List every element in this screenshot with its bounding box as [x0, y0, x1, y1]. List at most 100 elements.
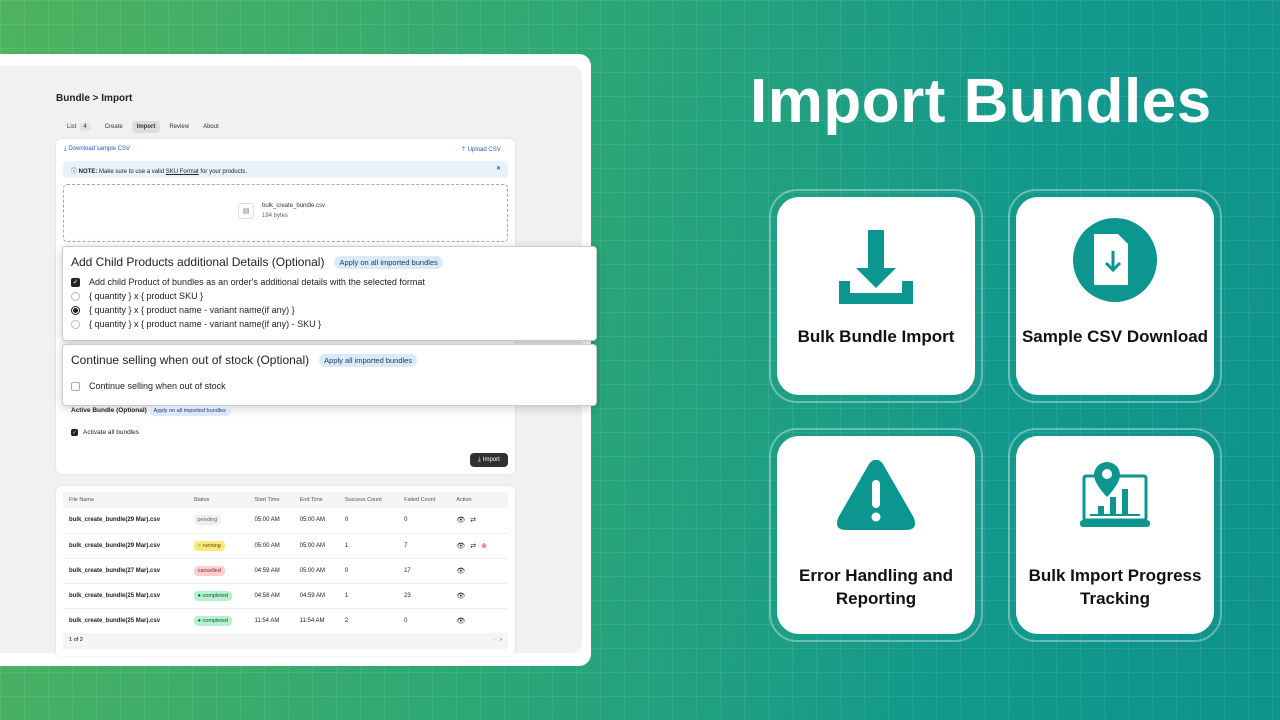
file-name: bulk_create_bundle(29 Mar).csv: [63, 533, 188, 559]
prev-page-icon[interactable]: ‹: [494, 637, 496, 643]
file-icon: ▤: [238, 203, 254, 219]
download-icon: ⤓: [478, 456, 481, 463]
column-header: Success Count: [338, 492, 399, 508]
start-time: 05:00 AM: [248, 508, 294, 534]
feature-card-error-handling: Error Handling and Reporting: [769, 428, 983, 642]
continue-selling-panel: Continue selling when out of stock (Opti…: [62, 344, 597, 406]
retry-icon[interactable]: ⇄: [470, 517, 481, 524]
file-name: bulk_create_bundle(29 Mar).csv: [63, 508, 188, 534]
status-cell: cancelled: [187, 558, 249, 584]
sku-format-link[interactable]: SKU Format: [166, 169, 199, 175]
format-option-1[interactable]: { quantity } x { product SKU }: [71, 291, 588, 301]
start-time: 04:58 AM: [248, 583, 294, 609]
success-count: 2: [338, 608, 399, 634]
tab-review[interactable]: Review: [164, 121, 194, 133]
start-time: 04:59 AM: [248, 558, 294, 584]
option-label: { quantity } x { product name - variant …: [89, 305, 295, 315]
actions: 👁: [450, 608, 508, 634]
note-prefix: NOTE:: [78, 169, 98, 175]
status-badge: ○ running: [193, 540, 225, 551]
actions: 👁⇄: [450, 508, 508, 534]
success-count: 1: [338, 583, 399, 609]
section-title: Add Child Products additional Details (O…: [71, 255, 325, 269]
status-cell: ● completed: [187, 583, 249, 609]
apply-badge: Apply on all imported bundles: [148, 406, 231, 416]
feature-label: Bulk Import Progress Tracking: [1028, 566, 1202, 608]
close-icon[interactable]: ✕: [496, 165, 501, 172]
link-label: Download sample CSV: [68, 146, 131, 152]
activate-all-checkbox[interactable]: ✓ Activate all bundles: [71, 429, 139, 436]
failed-count: 7: [398, 533, 451, 559]
feature-label: Sample CSV Download: [1021, 327, 1209, 346]
end-time: 05:00 AM: [293, 508, 339, 534]
cancel-icon[interactable]: ⊗: [481, 543, 492, 550]
count-badge: 4: [79, 123, 91, 131]
upload-csv-link[interactable]: ⇡ Upload CSV: [461, 146, 501, 153]
tab-import[interactable]: Import: [131, 121, 161, 133]
active-bundle-section: Active Bundle (Optional) Apply on all im…: [71, 406, 231, 416]
uploaded-file: ▤ bulk_create_bundle.csv 184 bytes: [238, 203, 325, 219]
button-label: Import: [482, 457, 500, 463]
feature-card-sample-csv: Sample CSV Download: [1008, 189, 1222, 403]
tab-about[interactable]: About: [198, 121, 224, 133]
next-page-icon[interactable]: ›: [500, 637, 502, 643]
column-header: End Time: [293, 492, 339, 508]
note-text: Make sure to use a valid: [97, 169, 166, 175]
file-name: bulk_create_bundle(25 Mar).csv: [63, 583, 188, 609]
table-row: bulk_create_bundle(29 Mar).csv pending 0…: [63, 508, 508, 534]
column-header: Failed Count: [398, 492, 451, 508]
view-icon[interactable]: 👁: [456, 543, 470, 550]
retry-icon[interactable]: ⇄: [470, 543, 481, 550]
failed-count: 0: [398, 508, 451, 534]
continue-selling-checkbox[interactable]: Continue selling when out of stock: [71, 381, 588, 391]
feature-label: Bulk Bundle Import: [797, 327, 955, 346]
apply-badge: Apply all imported bundles: [319, 353, 418, 367]
upload-icon: ⇡: [461, 147, 468, 153]
tab-list[interactable]: List 4: [62, 121, 96, 133]
status-label: pending: [197, 517, 218, 524]
tab-create[interactable]: Create: [100, 121, 128, 133]
feature-label: Error Handling and Reporting: [799, 566, 953, 608]
column-header: Start Time: [248, 492, 294, 508]
start-time: 05:00 AM: [248, 533, 294, 559]
checkbox-label: Activate all bundles: [83, 429, 140, 436]
view-icon[interactable]: 👁: [456, 517, 470, 524]
feature-card-progress-tracking: Bulk Import Progress Tracking: [1008, 428, 1222, 642]
failed-count: 17: [398, 558, 451, 584]
column-header: Action: [450, 492, 508, 508]
child-details-checkbox[interactable]: ✓ Add child Product of bundles as an orde…: [71, 277, 588, 287]
status-label: completed: [202, 617, 228, 624]
format-option-2[interactable]: { quantity } x { product name - variant …: [71, 305, 588, 315]
view-icon[interactable]: 👁: [456, 568, 470, 575]
start-time: 11:54 AM: [248, 608, 294, 634]
actions: 👁⇄⊗: [450, 533, 508, 559]
format-option-3[interactable]: { quantity } x { product name - variant …: [71, 319, 588, 329]
failed-count: 23: [398, 583, 451, 609]
table-row: bulk_create_bundle(27 Mar).csv cancelled…: [63, 558, 508, 584]
table-row: bulk_create_bundle(25 Mar).csv ● complet…: [63, 583, 508, 609]
status-badge: pending: [193, 515, 222, 526]
download-sample-csv-link[interactable]: ⤓ Download sample CSV: [64, 146, 130, 153]
tab-label: List: [67, 124, 77, 130]
tabs: List 4 Create Import Review About: [62, 121, 224, 133]
table-row: bulk_create_bundle(25 Mar).csv ● complet…: [63, 608, 508, 634]
success-count: 0: [338, 508, 399, 534]
section-title: Continue selling when out of stock (Opti…: [71, 353, 310, 367]
import-button[interactable]: ⤓ Import: [470, 453, 508, 467]
radio-icon: [71, 319, 80, 329]
status-label: running: [202, 542, 221, 549]
success-count: 1: [338, 533, 399, 559]
radio-selected-icon: [71, 305, 80, 315]
status-badge: ● completed: [193, 590, 232, 601]
checkbox-checked-icon: ✓: [71, 429, 78, 436]
view-icon[interactable]: 👁: [456, 593, 470, 600]
option-label: { quantity } x { product SKU }: [89, 291, 204, 301]
imports-table: File Name Status Start Time End Time Success…: [63, 492, 508, 634]
status-badge: cancelled: [193, 565, 225, 576]
note-text: for your products.: [198, 169, 248, 175]
end-time: 11:54 AM: [293, 608, 339, 634]
end-time: 04:59 AM: [293, 583, 339, 609]
view-icon[interactable]: 👁: [456, 618, 470, 625]
warning-icon: [837, 460, 915, 530]
status-badge: ● completed: [193, 615, 232, 626]
